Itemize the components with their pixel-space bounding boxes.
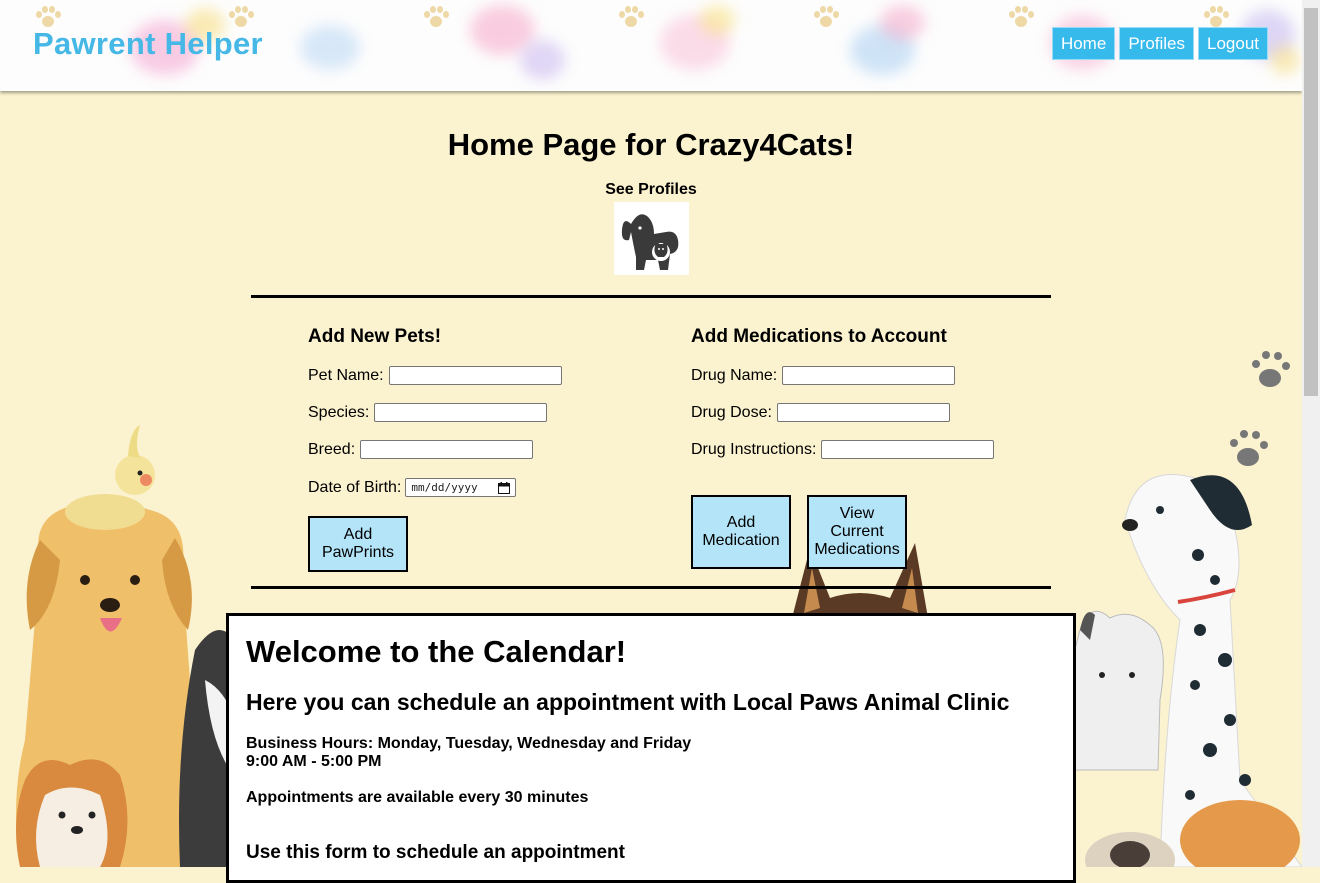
pet-name-label: Pet Name: — [308, 366, 384, 384]
add-pawprints-button[interactable]: Add PawPrints — [308, 516, 408, 572]
paw-print-icon — [813, 6, 839, 30]
page-title: Home Page for Crazy4Cats! — [447, 127, 855, 162]
view-current-medications-button[interactable]: View Current Medications — [807, 495, 907, 569]
add-medications-title: Add Medications to Account — [691, 326, 947, 347]
paw-print-icon — [1008, 6, 1034, 30]
appointment-availability: Appointments are available every 30 minu… — [246, 789, 589, 806]
divider — [251, 295, 1051, 298]
paw-print-icon — [618, 6, 644, 30]
business-hours: Business Hours: Monday, Tuesday, Wednesd… — [246, 735, 691, 771]
scrollbar-thumb[interactable] — [1304, 8, 1318, 396]
nav-profiles-button[interactable]: Profiles — [1119, 27, 1194, 60]
paw-print-icon — [423, 6, 449, 30]
brand-title: Pawrent Helper — [33, 26, 263, 61]
drug-dose-input[interactable] — [776, 403, 950, 422]
species-label: Species: — [308, 403, 370, 421]
drug-dose-field: Drug Dose: — [691, 403, 950, 422]
breed-input[interactable] — [360, 440, 534, 459]
watercolor-decoration — [1270, 45, 1300, 75]
add-pets-title: Add New Pets! — [308, 326, 442, 347]
date-of-birth-label: Date of Birth: — [308, 478, 402, 496]
site-header: Pawrent Helper Home Profiles Logout — [0, 0, 1302, 91]
drug-name-label: Drug Name: — [691, 366, 778, 384]
pet-name-input[interactable] — [388, 366, 562, 385]
dog-and-cat-icon[interactable] — [614, 202, 689, 275]
drug-instructions-input[interactable] — [821, 440, 995, 459]
watercolor-decoration — [700, 5, 735, 35]
drug-instructions-field: Drug Instructions: — [691, 440, 995, 459]
species-field: Species: — [308, 403, 548, 422]
drug-dose-label: Drug Dose: — [691, 403, 772, 421]
pets-illustration-right — [1066, 351, 1302, 867]
calendar-icon[interactable] — [498, 481, 511, 494]
drug-instructions-label: Drug Instructions: — [691, 440, 817, 458]
schedule-form-heading: Use this form to schedule an appointment — [246, 842, 625, 863]
see-profiles-label[interactable]: See Profiles — [0, 181, 1302, 199]
date-of-birth-input[interactable]: mm/dd/yyyy — [405, 478, 517, 497]
vertical-scrollbar[interactable] — [1302, 0, 1320, 867]
business-days: Business Hours: Monday, Tuesday, Wednesd… — [246, 735, 692, 752]
calendar-panel: Welcome to the Calendar! Here you can sc… — [226, 613, 1076, 883]
watercolor-decoration — [300, 25, 360, 70]
pets-illustration-left — [16, 425, 240, 867]
divider — [251, 586, 1051, 589]
date-of-birth-field: Date of Birth: mm/dd/yyyy — [308, 478, 517, 497]
breed-label: Breed: — [308, 440, 356, 458]
add-medication-button[interactable]: Add Medication — [691, 495, 791, 569]
drug-name-field: Drug Name: — [691, 366, 956, 385]
watercolor-decoration — [520, 40, 565, 80]
main-nav: Home Profiles Logout — [1051, 27, 1268, 60]
species-input[interactable] — [374, 403, 548, 422]
business-time: 9:00 AM - 5:00 PM — [246, 753, 382, 770]
date-placeholder: mm/dd/yyyy — [411, 481, 478, 494]
pet-name-field: Pet Name: — [308, 366, 562, 385]
calendar-subheading: Here you can schedule an appointment wit… — [246, 689, 1010, 715]
nav-logout-button[interactable]: Logout — [1198, 27, 1268, 60]
calendar-heading: Welcome to the Calendar! — [246, 634, 627, 669]
drug-name-input[interactable] — [782, 366, 956, 385]
watercolor-decoration — [880, 5, 925, 40]
nav-home-button[interactable]: Home — [1051, 27, 1116, 60]
breed-field: Breed: — [308, 440, 534, 459]
